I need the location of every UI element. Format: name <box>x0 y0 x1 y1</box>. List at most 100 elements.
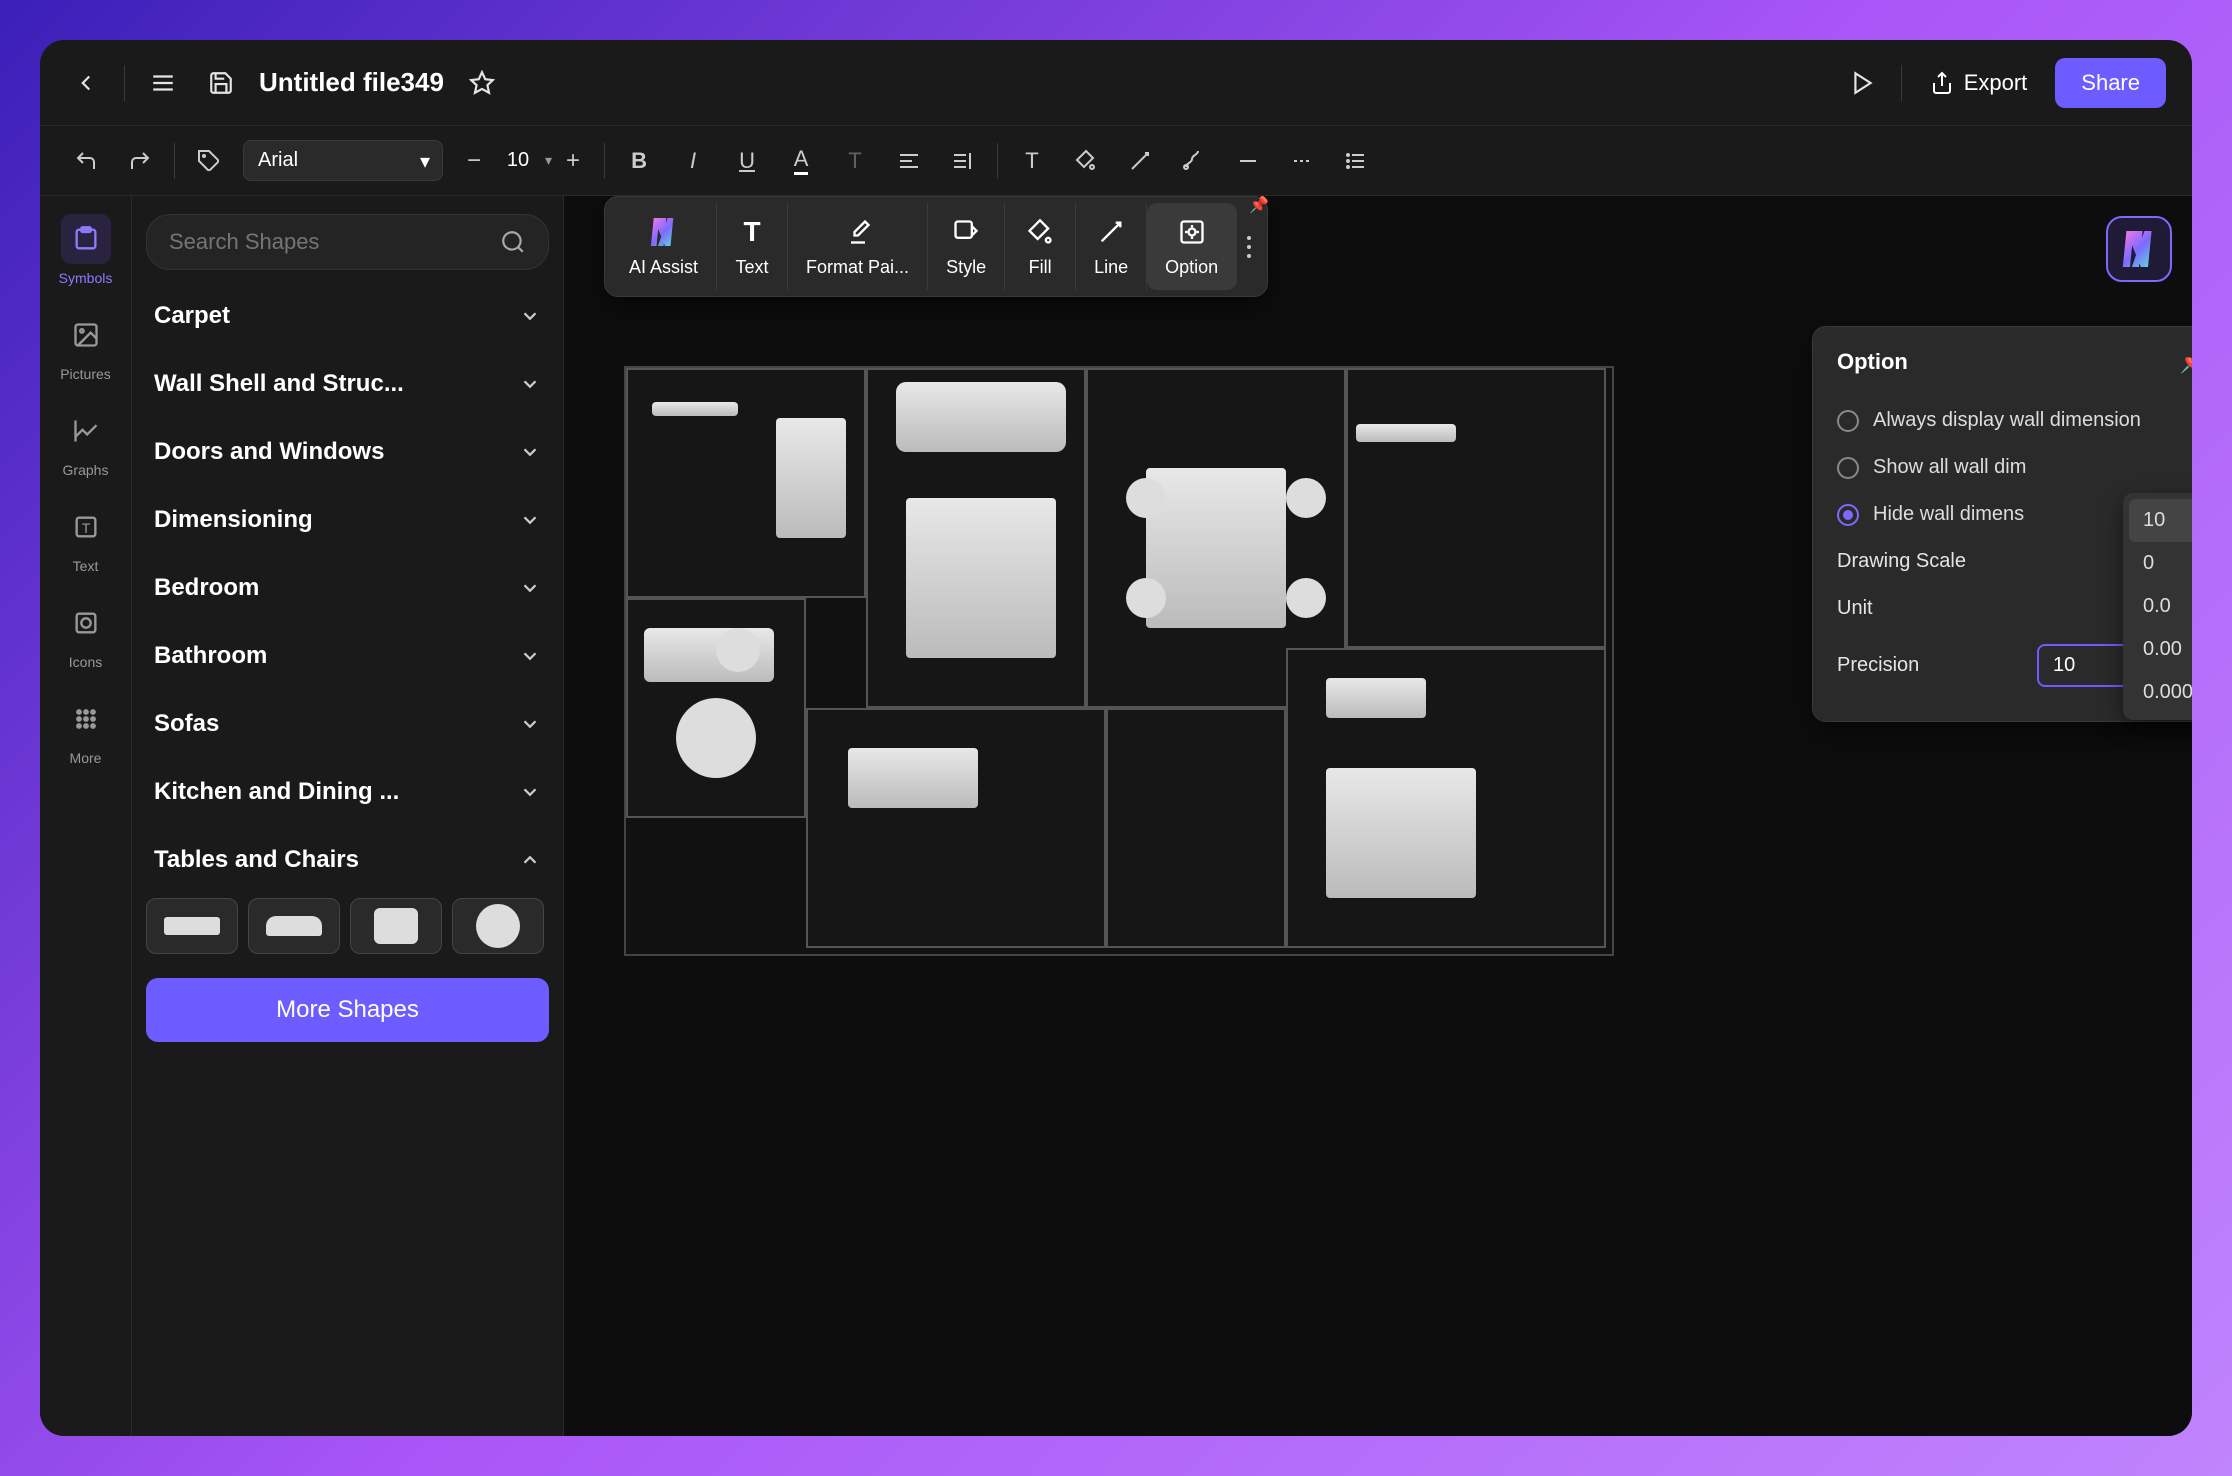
dropdown-option[interactable]: 0 <box>2129 542 2192 585</box>
category-kitchen[interactable]: Kitchen and Dining ... <box>146 758 549 826</box>
line-dash-button[interactable] <box>1282 141 1322 181</box>
shape-thumb[interactable] <box>248 898 340 954</box>
text-style-button[interactable]: T <box>1012 141 1052 181</box>
text-tool-button-disabled: T <box>835 141 875 181</box>
category-bathroom[interactable]: Bathroom <box>146 622 549 690</box>
divider <box>997 143 998 179</box>
line-spacing-button[interactable] <box>943 141 983 181</box>
rail-pictures[interactable]: Pictures <box>40 310 131 382</box>
ft-text[interactable]: TText <box>717 203 788 290</box>
ft-ai-assist[interactable]: AI Assist <box>611 203 717 290</box>
svg-text:T: T <box>81 520 90 536</box>
undo-button[interactable] <box>66 141 106 181</box>
category-doors[interactable]: Doors and Windows <box>146 418 549 486</box>
rail-label: Graphs <box>63 462 109 478</box>
chevron-down-icon <box>519 577 541 599</box>
more-shapes-button[interactable]: More Shapes <box>146 978 549 1042</box>
divider <box>604 143 605 179</box>
rail-label: More <box>70 750 102 766</box>
list-button[interactable] <box>1336 141 1376 181</box>
pin-icon[interactable]: 📌 <box>2180 349 2192 375</box>
connector-button[interactable] <box>1174 141 1214 181</box>
category-sofas[interactable]: Sofas <box>146 690 549 758</box>
share-button[interactable]: Share <box>2055 58 2166 108</box>
font-size-value[interactable]: 10 <box>495 149 541 172</box>
rail-label: Icons <box>69 654 102 670</box>
category-dimensioning[interactable]: Dimensioning <box>146 486 549 554</box>
ft-fill[interactable]: Fill <box>1005 203 1076 290</box>
chevron-down-icon <box>519 781 541 803</box>
ft-line[interactable]: Line <box>1076 203 1147 290</box>
precision-dropdown: 10 0 0.0 0.00 0.000 <box>2123 493 2192 720</box>
rail-label: Pictures <box>60 366 111 382</box>
ft-option[interactable]: Option <box>1147 203 1237 290</box>
shape-thumb[interactable] <box>350 898 442 954</box>
category-tables[interactable]: Tables and Chairs <box>146 826 549 894</box>
back-button[interactable] <box>66 63 106 103</box>
rail-label: Symbols <box>59 270 113 286</box>
search-input[interactable] <box>169 229 500 255</box>
rail-graphs[interactable]: Graphs <box>40 406 131 478</box>
rail-icons[interactable]: Icons <box>40 598 131 670</box>
chevron-down-icon[interactable]: ▾ <box>545 152 552 169</box>
favorite-button[interactable] <box>462 63 502 103</box>
left-rail: Symbols Pictures Graphs TText Icons More <box>40 196 132 1436</box>
titlebar-left: Untitled file349 <box>66 63 502 103</box>
italic-button[interactable]: I <box>673 141 713 181</box>
redo-button[interactable] <box>120 141 160 181</box>
ft-format-painter[interactable]: Format Pai... <box>788 203 928 290</box>
panel-title: Option📌 <box>1837 349 2192 375</box>
formatting-toolbar: Arial − 10 ▾ + B I U A T T <box>40 126 2192 196</box>
titlebar: Untitled file349 Export Share <box>40 40 2192 126</box>
opt-show-all[interactable]: Show all wall dim <box>1837 444 2192 491</box>
floating-toolbar: AI Assist TText Format Pai... Style Fill… <box>604 196 1268 297</box>
opt-always-display[interactable]: Always display wall dimension <box>1837 397 2192 444</box>
shape-thumb[interactable] <box>146 898 238 954</box>
dropdown-option[interactable]: 10 <box>2129 499 2192 542</box>
titlebar-right: Export Share <box>1843 58 2166 108</box>
search-icon <box>500 229 526 255</box>
ft-style[interactable]: Style <box>928 203 1005 290</box>
increase-size-button[interactable]: + <box>556 144 590 178</box>
category-carpet[interactable]: Carpet <box>146 282 549 350</box>
underline-button[interactable]: U <box>727 141 767 181</box>
dropdown-option[interactable]: 0.000 <box>2129 671 2192 714</box>
floorplan-drawing[interactable] <box>624 366 1614 956</box>
rail-text[interactable]: TText <box>40 502 131 574</box>
divider <box>1901 65 1902 101</box>
rail-more[interactable]: More <box>40 694 131 766</box>
canvas[interactable]: AI Assist TText Format Pai... Style Fill… <box>564 196 2192 1436</box>
radio-icon <box>1837 457 1859 479</box>
line-style-button[interactable] <box>1228 141 1268 181</box>
chevron-down-icon <box>519 713 541 735</box>
ai-logo-icon <box>650 218 678 246</box>
play-button[interactable] <box>1843 63 1883 103</box>
search-shapes[interactable] <box>146 214 549 270</box>
category-wall[interactable]: Wall Shell and Struc... <box>146 350 549 418</box>
radio-icon <box>1837 410 1859 432</box>
shape-thumb[interactable] <box>452 898 544 954</box>
ai-assist-badge[interactable] <box>2106 216 2172 282</box>
radio-icon <box>1837 504 1859 526</box>
chevron-down-icon <box>519 509 541 531</box>
font-family-select[interactable]: Arial <box>243 140 443 181</box>
pin-icon[interactable]: 📌 <box>1247 196 1271 217</box>
category-bedroom[interactable]: Bedroom <box>146 554 549 622</box>
dropdown-option[interactable]: 0.00 <box>2129 628 2192 671</box>
divider <box>124 65 125 101</box>
align-button[interactable] <box>889 141 929 181</box>
export-button[interactable]: Export <box>1920 64 2038 102</box>
decrease-size-button[interactable]: − <box>457 144 491 178</box>
app-window: Untitled file349 Export Share Arial − 10… <box>40 40 2192 1436</box>
tag-button[interactable] <box>189 141 229 181</box>
chevron-down-icon <box>519 373 541 395</box>
rail-symbols[interactable]: Symbols <box>40 214 131 286</box>
file-title: Untitled file349 <box>259 67 444 98</box>
bold-button[interactable]: B <box>619 141 659 181</box>
fill-button[interactable] <box>1066 141 1106 181</box>
save-button[interactable] <box>201 63 241 103</box>
stroke-button[interactable] <box>1120 141 1160 181</box>
font-color-button[interactable]: A <box>781 141 821 181</box>
menu-button[interactable] <box>143 63 183 103</box>
dropdown-option[interactable]: 0.0 <box>2129 585 2192 628</box>
